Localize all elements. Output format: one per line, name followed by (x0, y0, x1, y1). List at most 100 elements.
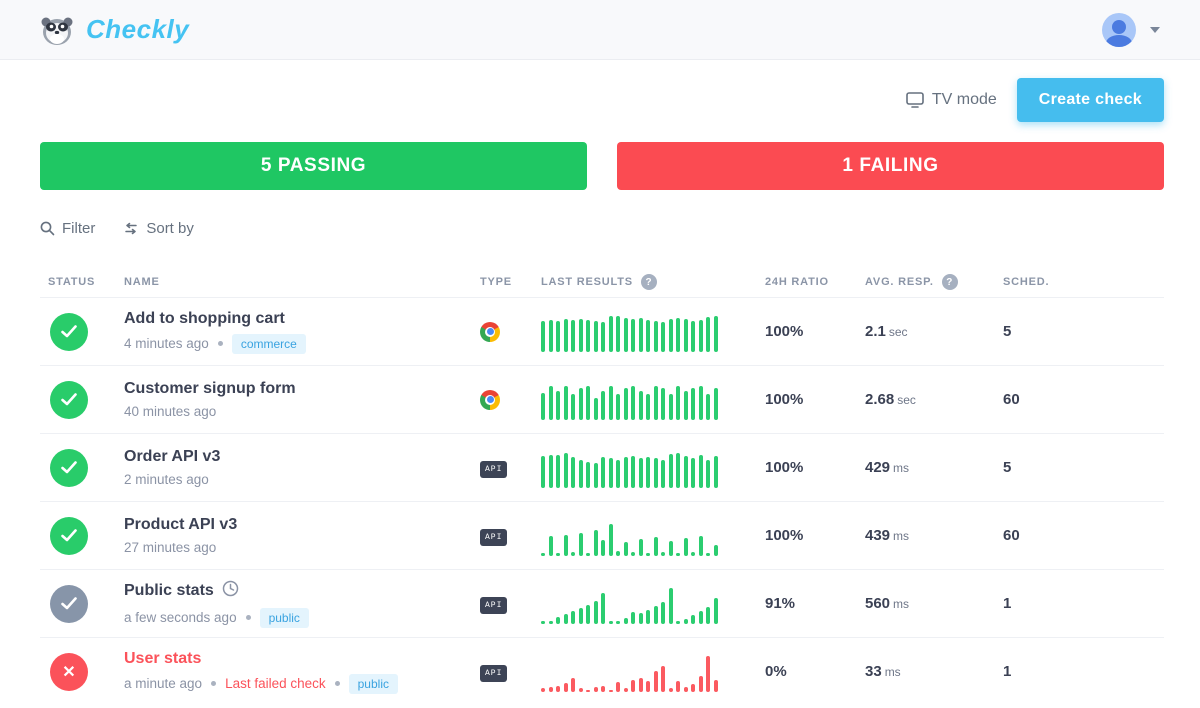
monitor-icon (906, 92, 924, 108)
sched-cell: 60 (1003, 391, 1020, 408)
status-cell (40, 312, 124, 351)
sort-by-button[interactable]: Sort by (123, 220, 194, 237)
tv-mode-button[interactable]: TV mode (906, 91, 997, 109)
check-row[interactable]: Public stats a few seconds ago public API 91… (40, 569, 1164, 637)
tag-chip[interactable]: public (259, 607, 309, 628)
avg-resp-unit: sec (888, 324, 908, 339)
avg-resp-value: 429 (865, 458, 891, 476)
result-bar (638, 538, 643, 556)
result-bar (661, 665, 665, 692)
status-cell (40, 516, 124, 555)
passing-banner[interactable]: 5 PASSING (40, 142, 587, 190)
check-row[interactable]: ✕ User stats a minute ago Last failed check… (40, 637, 1164, 705)
check-row[interactable]: Order API v3 2 minutes ago API 100% 429 ms 5 (40, 433, 1164, 501)
result-bar (541, 455, 545, 488)
result-bar (616, 393, 620, 420)
raccoon-logo-icon (40, 14, 74, 46)
brand-logo[interactable]: Checkly (40, 14, 189, 46)
result-bar (638, 390, 643, 420)
result-bar (631, 455, 635, 488)
result-bar (601, 685, 605, 692)
last-results-chart (541, 380, 731, 420)
check-row[interactable]: Customer signup form 40 minutes ago 100% 2.… (40, 365, 1164, 433)
user-avatar[interactable] (1102, 12, 1136, 47)
result-bar (593, 529, 598, 556)
tv-mode-label: TV mode (931, 91, 997, 108)
ratio-cell: 0% (765, 663, 787, 680)
check-name: Public stats (124, 580, 480, 602)
result-bar (571, 677, 575, 692)
result-bar (706, 552, 710, 556)
avg-resp-value: 2.68 (865, 390, 895, 408)
result-bar (683, 537, 688, 556)
result-bar (683, 390, 688, 420)
avg-resp-cell: 429 ms (865, 459, 1003, 477)
avg-resp-unit: ms (884, 664, 901, 679)
check-row[interactable]: Product API v3 27 minutes ago API 100% 439 ms… (40, 501, 1164, 569)
result-bar (668, 687, 673, 692)
result-bar (601, 539, 605, 556)
avg-resp-help-icon[interactable]: ? (941, 274, 958, 290)
account-menu[interactable] (1102, 12, 1160, 47)
result-bar (661, 551, 665, 556)
result-bar (548, 454, 553, 488)
result-bar (601, 456, 605, 488)
result-bar (668, 540, 673, 556)
result-bar (676, 452, 680, 488)
result-bar (691, 320, 695, 352)
sched-cell: 5 (1003, 459, 1012, 476)
tag-chip[interactable]: public (348, 673, 398, 694)
chrome-browser-icon (480, 321, 500, 342)
result-bar (646, 552, 650, 556)
status-banners: 5 PASSING 1 FAILING (40, 142, 1164, 190)
filter-button[interactable]: Filter (40, 220, 95, 237)
create-check-button[interactable]: Create check (1016, 78, 1164, 122)
tag-chip[interactable]: commerce (231, 333, 306, 354)
avg-resp-unit: ms (893, 528, 910, 543)
check-name-label: Add to shopping cart (124, 309, 285, 327)
result-bar (646, 456, 650, 488)
type-cell: API (480, 526, 541, 546)
last-failed-check-link[interactable]: Last failed check (225, 676, 326, 691)
result-bar (646, 680, 650, 692)
result-bar (713, 544, 718, 556)
chevron-down-icon[interactable] (1150, 26, 1160, 33)
column-sched: SCHED. (1003, 276, 1050, 288)
check-row[interactable]: Add to shopping cart 4 minutes ago commerc… (40, 297, 1164, 365)
status-passing-icon (50, 448, 88, 487)
result-bar (563, 452, 568, 488)
chrome-browser-icon (480, 389, 500, 410)
result-bar (556, 320, 560, 352)
result-bar (676, 620, 680, 624)
check-subline: 4 minutes ago commerce (124, 333, 480, 354)
result-bar (563, 682, 568, 692)
result-bar (698, 319, 703, 352)
result-bar (586, 385, 590, 420)
name-cell: Order API v3 2 minutes ago (124, 448, 480, 487)
status-cell: ✕ (40, 652, 124, 691)
result-bar (556, 552, 560, 556)
actions-row: TV mode Create check (40, 78, 1164, 122)
result-bar (698, 610, 703, 624)
result-bar (638, 317, 643, 352)
result-bar (676, 317, 680, 352)
result-bar (653, 605, 658, 624)
result-bar (683, 455, 688, 488)
result-bar (578, 318, 583, 352)
status-failing-icon: ✕ (50, 652, 88, 691)
last-results-help-icon[interactable]: ? (640, 274, 657, 290)
result-bar (713, 679, 718, 692)
avg-resp-cell: 2.68 sec (865, 391, 1003, 409)
result-bar (661, 459, 665, 488)
avg-resp-unit: sec (897, 392, 916, 407)
result-bar (623, 687, 628, 692)
result-bar (668, 587, 673, 624)
result-bar (676, 552, 680, 556)
failing-banner[interactable]: 1 FAILING (617, 142, 1164, 190)
result-bar (541, 620, 545, 624)
result-bar (593, 462, 598, 488)
avg-resp-value: 2.1 (865, 322, 886, 340)
ratio-cell: 100% (765, 391, 804, 408)
result-bar (713, 315, 718, 352)
type-cell (480, 389, 541, 410)
